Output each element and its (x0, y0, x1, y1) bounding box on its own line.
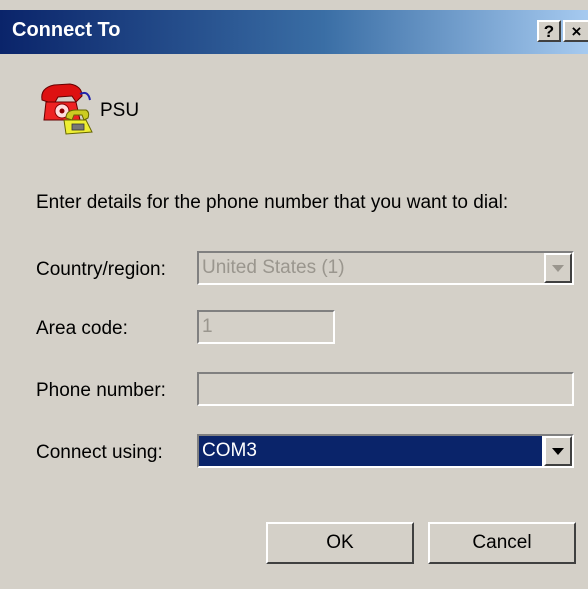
instructions-text: Enter details for the phone number that … (36, 192, 509, 213)
close-icon: × (571, 21, 582, 41)
help-icon: ? (543, 21, 555, 41)
phone-connection-icon (41, 83, 93, 135)
help-button[interactable]: ? (537, 20, 561, 42)
area-code-input[interactable]: 1 (197, 310, 335, 344)
connect-dropdown-button[interactable] (544, 436, 572, 466)
title-bar[interactable]: Connect To ? × (0, 10, 588, 54)
chevron-down-icon (552, 447, 564, 455)
connect-using-value: COM3 (199, 436, 542, 466)
country-region-label: Country/region: (36, 259, 166, 280)
connection-name: PSU (100, 100, 140, 121)
country-region-value: United States (1) (202, 257, 345, 278)
close-button[interactable]: × (563, 20, 588, 42)
area-code-label: Area code: (36, 318, 128, 339)
cancel-button[interactable]: Cancel (428, 522, 576, 564)
phone-number-input[interactable] (197, 372, 574, 406)
chevron-down-icon (552, 264, 564, 272)
ok-button[interactable]: OK (266, 522, 414, 564)
country-dropdown-button[interactable] (544, 253, 572, 283)
area-code-value: 1 (202, 316, 213, 337)
country-region-select[interactable]: United States (1) (197, 251, 574, 285)
connect-using-select[interactable]: COM3 (197, 434, 574, 468)
connect-to-dialog: Connect To ? × PSU Enter details for the… (0, 0, 588, 589)
window-title: Connect To (12, 19, 121, 41)
connect-using-label: Connect using: (36, 442, 163, 463)
phone-number-label: Phone number: (36, 380, 166, 401)
